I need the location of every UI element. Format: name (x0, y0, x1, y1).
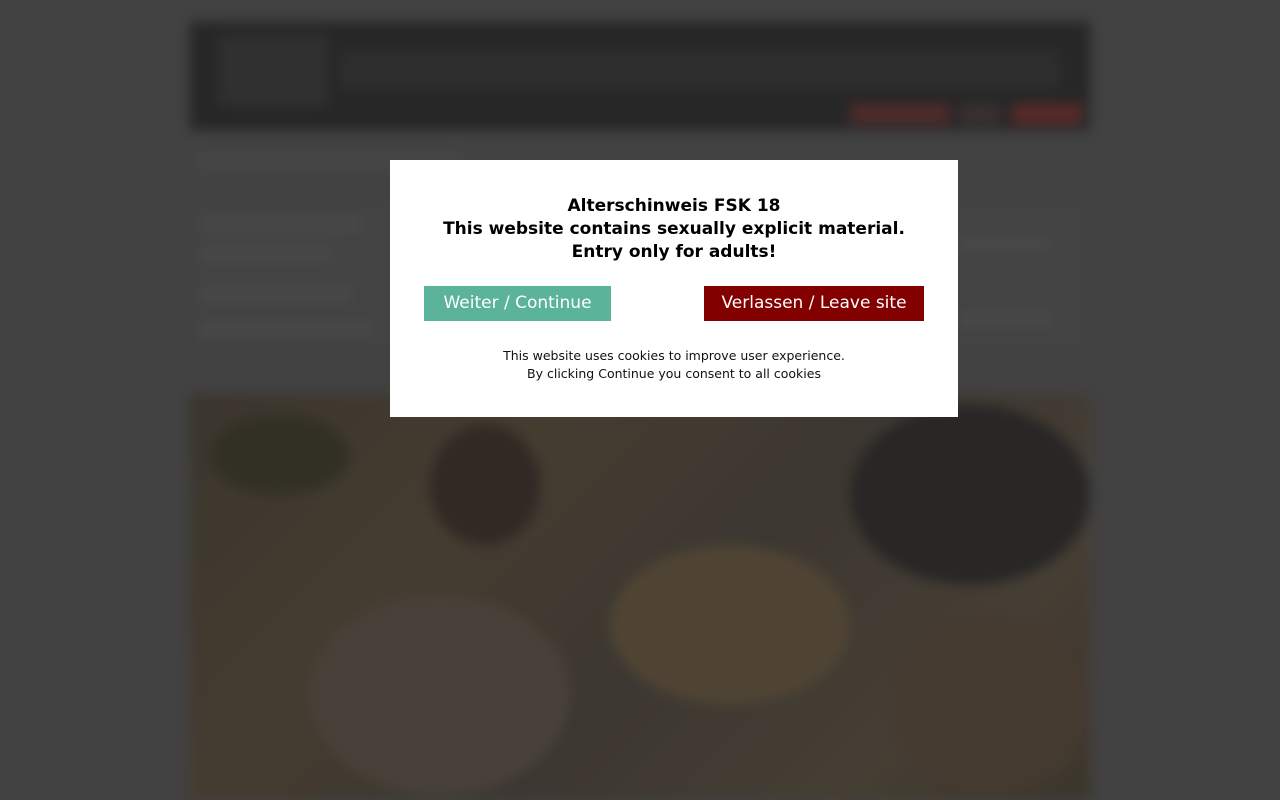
cookie-notice: This website uses cookies to improve use… (390, 347, 958, 383)
age-warning-heading: Alterschinweis FSK 18 This website conta… (390, 195, 958, 264)
adults-only-notice: Entry only for adults! (571, 242, 777, 262)
explicit-content-warning: This website contains sexually explicit … (443, 219, 905, 239)
age-warning-title: Alterschinweis FSK 18 (567, 196, 781, 216)
continue-button[interactable]: Weiter / Continue (424, 286, 611, 321)
leave-site-button[interactable]: Verlassen / Leave site (704, 286, 924, 321)
page: Alterschinweis FSK 18 This website conta… (0, 0, 1280, 800)
age-verification-modal: Alterschinweis FSK 18 This website conta… (390, 160, 958, 417)
cookie-consent-line: By clicking Continue you consent to all … (527, 366, 821, 381)
cookie-notice-line: This website uses cookies to improve use… (503, 348, 845, 363)
